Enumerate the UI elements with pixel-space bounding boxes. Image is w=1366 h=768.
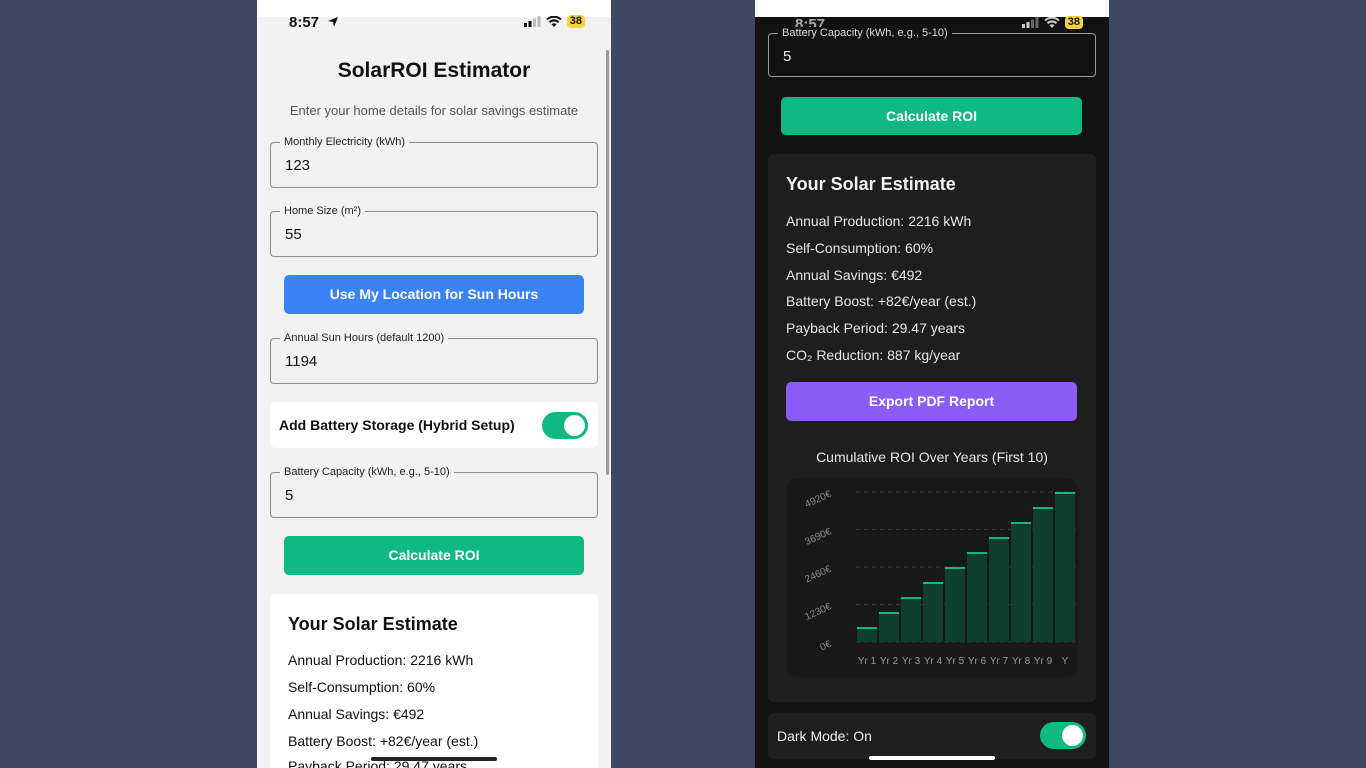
roi-bar[interactable]: [967, 552, 987, 642]
roi-bar-top: [1011, 522, 1031, 524]
x-tick-label: Yr 9: [1034, 656, 1053, 667]
dark-mode-toggle[interactable]: [1040, 722, 1086, 749]
roi-bar[interactable]: [945, 567, 965, 642]
annual-savings: Annual Savings: €492: [288, 706, 425, 722]
y-tick-label: 4920€: [803, 489, 833, 511]
roi-chart-svg: 0€1230€2460€3690€4920€Yr 1 Yr 2 Yr 3 Yr 4 Yr…: [803, 489, 1076, 667]
battery-boost: Battery Boost: +82€/year (est.): [786, 293, 977, 309]
status-bar: 8:57 38: [257, 0, 611, 36]
sun-hours-field[interactable]: Annual Sun Hours (default 1200) 1194: [270, 332, 598, 384]
roi-bar[interactable]: [1011, 522, 1031, 642]
battery-capacity-label: Battery Capacity (kWh, e.g., 5-10): [280, 466, 454, 478]
home-indicator: [869, 756, 995, 760]
y-tick-label: 0€: [819, 639, 834, 654]
home-size-value[interactable]: 55: [285, 226, 302, 243]
home-size-label: Home Size (m²): [280, 205, 366, 217]
x-tick-label: Yr 3: [902, 656, 921, 667]
battery-storage-label: Add Battery Storage (Hybrid Setup): [279, 417, 515, 433]
x-tick-label: Yr 4: [924, 656, 943, 667]
battery-capacity-label: Battery Capacity (kWh, e.g., 5-10): [778, 27, 952, 39]
roi-bar-top: [923, 582, 943, 584]
y-tick-label: 2460€: [803, 564, 833, 586]
roi-bar-top: [989, 537, 1009, 539]
roi-bar-top: [1055, 492, 1075, 494]
x-tick-label: Yr 6: [968, 656, 987, 667]
signal-icon: [1021, 17, 1039, 28]
y-tick-label: 3690€: [803, 526, 833, 548]
monthly-electricity-value[interactable]: 123: [285, 157, 310, 174]
scrollbar[interactable]: [606, 50, 609, 475]
toggle-knob: [564, 415, 585, 436]
battery-storage-toggle[interactable]: [542, 412, 588, 439]
battery-storage-row: Add Battery Storage (Hybrid Setup): [270, 402, 598, 448]
results-card: Your Solar Estimate Annual Production: 2…: [270, 594, 598, 768]
annual-savings: Annual Savings: €492: [786, 267, 923, 283]
roi-bar[interactable]: [1055, 492, 1075, 642]
results-card: Your Solar Estimate Annual Production: 2…: [768, 154, 1096, 702]
payback-period: Payback Period: 29.47 years: [786, 320, 965, 336]
chart-title: Cumulative ROI Over Years (First 10): [816, 449, 1048, 465]
phone-light-mode: 8:57 38 SolarROI Estimator Enter your ho…: [257, 0, 611, 768]
x-tick-label: Yr 7: [990, 656, 1009, 667]
home-size-field[interactable]: Home Size (m²) 55: [270, 205, 598, 257]
self-consumption: Self-Consumption: 60%: [288, 679, 436, 695]
phone-dark-mode: 8:57 38 Battery Capacity (kWh, e.g., 5-1…: [755, 0, 1109, 768]
status-icons: 38: [1021, 16, 1083, 29]
toggle-knob: [1062, 725, 1083, 746]
wifi-icon: [1044, 16, 1060, 28]
dark-mode-row: Dark Mode: On: [768, 713, 1096, 759]
results-title: Your Solar Estimate: [288, 614, 458, 634]
status-icons: 38: [523, 15, 585, 28]
use-location-button[interactable]: Use My Location for Sun Hours: [284, 275, 584, 314]
battery-icon: 38: [1064, 16, 1083, 29]
battery-capacity-value[interactable]: 5: [285, 487, 293, 504]
sun-hours-value[interactable]: 1194: [285, 353, 317, 370]
annual-production: Annual Production: 2216 kWh: [288, 652, 474, 668]
status-time: 8:57: [289, 14, 320, 31]
monthly-electricity-label: Monthly Electricity (kWh): [280, 136, 410, 148]
roi-chart: 0€ 1230€ 2460€ 3690€ 4920€ Yr 1 Yr 2 Yr 3 Yr 4 Yr…: [786, 478, 1078, 677]
roi-bar-top: [901, 597, 921, 599]
monthly-electricity-field[interactable]: Monthly Electricity (kWh) 123: [270, 136, 598, 188]
roi-bar-top: [967, 552, 987, 554]
x-tick-label: Yr 2: [880, 656, 899, 667]
roi-bar-top: [1033, 507, 1053, 509]
roi-bar[interactable]: [923, 582, 943, 642]
battery-capacity-field[interactable]: Battery Capacity (kWh, e.g., 5-10) 5: [768, 27, 1096, 77]
roi-bar[interactable]: [857, 627, 877, 642]
battery-capacity-field[interactable]: Battery Capacity (kWh, e.g., 5-10) 5: [270, 466, 598, 518]
x-tick-label: Yr 8: [1012, 656, 1031, 667]
app-title: SolarROI Estimator: [337, 59, 531, 82]
calculate-roi-button[interactable]: Calculate ROI: [284, 536, 584, 575]
x-tick-label: Yr 5: [946, 656, 965, 667]
roi-bar-top: [857, 627, 877, 629]
roi-bar[interactable]: [1033, 507, 1053, 642]
calculate-roi-button[interactable]: Calculate ROI: [781, 97, 1082, 135]
export-pdf-button[interactable]: Export PDF Report: [786, 382, 1077, 421]
roi-bar-top: [945, 567, 965, 569]
roi-bar-top: [879, 612, 899, 614]
sun-hours-label: Annual Sun Hours (default 1200): [280, 332, 449, 344]
annual-production: Annual Production: 2216 kWh: [786, 213, 972, 229]
roi-bar[interactable]: [879, 612, 899, 642]
battery-icon: 38: [566, 15, 585, 28]
home-indicator: [371, 757, 497, 761]
dark-mode-label: Dark Mode: On: [777, 728, 872, 744]
results-title: Your Solar Estimate: [786, 174, 956, 194]
x-tick-label: Y: [1062, 656, 1069, 667]
battery-capacity-value[interactable]: 5: [783, 48, 791, 65]
battery-boost: Battery Boost: +82€/year (est.): [288, 733, 479, 749]
x-tick-label: Yr 1: [858, 656, 877, 667]
location-arrow-icon: [327, 15, 339, 33]
roi-bar[interactable]: [989, 537, 1009, 642]
roi-bar[interactable]: [901, 597, 921, 642]
wifi-icon: [546, 15, 562, 27]
signal-icon: [523, 16, 541, 27]
app-subtitle: Enter your home details for solar saving…: [289, 103, 579, 118]
y-tick-label: 1230€: [803, 601, 833, 623]
co2-reduction: CO₂ Reduction: 887 kg/year: [786, 347, 961, 363]
self-consumption: Self-Consumption: 60%: [786, 240, 934, 256]
